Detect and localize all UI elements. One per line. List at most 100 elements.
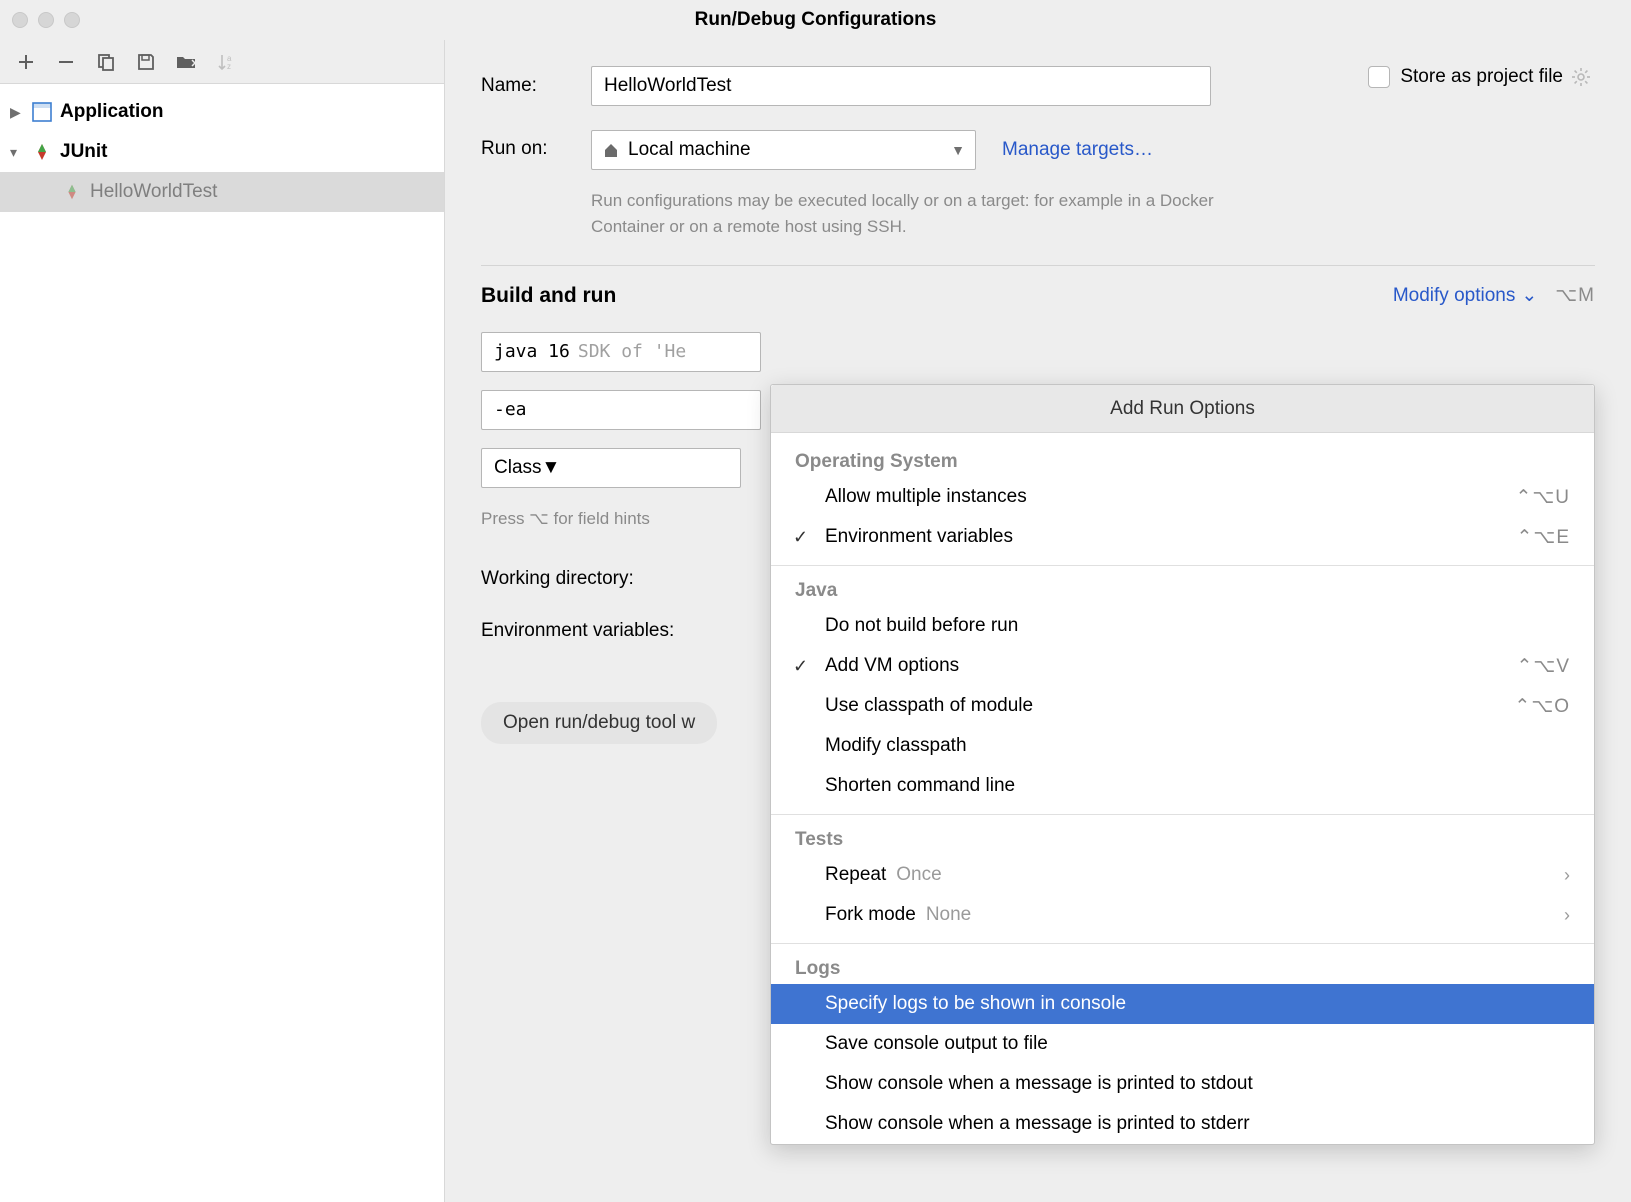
popup-menu-item[interactable]: Do not build before run xyxy=(771,606,1594,646)
sdk-main: java 16 xyxy=(494,341,570,362)
popup-group-label: Operating System xyxy=(771,445,1594,477)
popup-menu-item[interactable]: Allow multiple instances ⌃⌥U xyxy=(771,477,1594,517)
menu-item-text: Use classpath of module xyxy=(825,695,1033,717)
popup-menu-item[interactable]: Show console when a message is printed t… xyxy=(771,1104,1594,1144)
tree-node-helloworldtest[interactable]: HelloWorldTest xyxy=(0,172,444,212)
remove-icon[interactable] xyxy=(56,52,76,72)
popup-menu-item[interactable]: Shorten command line xyxy=(771,766,1594,806)
popup-body: Operating SystemAllow multiple instances… xyxy=(771,433,1594,1144)
menu-item-text: Add VM options xyxy=(825,655,959,677)
sdk-grey: SDK of 'He xyxy=(578,341,686,362)
menu-item-text: Fork mode xyxy=(825,904,916,926)
popup-menu-item[interactable]: Modify classpath xyxy=(771,726,1594,766)
popup-group-label: Java xyxy=(771,574,1594,606)
run-on-value: Local machine xyxy=(628,139,751,161)
modify-options-link[interactable]: Modify options ⌄ ⌥M xyxy=(1393,284,1595,307)
name-label: Name: xyxy=(481,75,591,97)
store-checkbox[interactable] xyxy=(1368,66,1390,88)
class-label: Class xyxy=(494,457,542,479)
dropdown-arrow-icon: ▼ xyxy=(951,142,965,158)
open-tool-window-chip[interactable]: Open run/debug tool w xyxy=(481,702,717,744)
sidebar: az ▶ Application ▾ JUnit HelloWorldTest xyxy=(0,40,445,1202)
tree-label-junit: JUnit xyxy=(60,141,108,163)
popup-menu-item[interactable]: ✓ Add VM options ⌃⌥V xyxy=(771,646,1594,686)
build-run-section-header: Build and run Modify options ⌄ ⌥M xyxy=(481,284,1595,308)
expand-arrow-icon[interactable]: ▶ xyxy=(10,104,24,121)
zoom-dot[interactable] xyxy=(64,12,80,28)
modify-options-text: Modify options xyxy=(1393,285,1516,307)
save-icon[interactable] xyxy=(136,52,156,72)
dropdown-arrow-icon: ▼ xyxy=(542,457,561,479)
menu-item-shortcut: ⌃⌥V xyxy=(1517,655,1571,678)
window-controls xyxy=(12,12,80,28)
test-kind-select[interactable]: Class ▼ xyxy=(481,448,741,488)
collapse-arrow-icon[interactable]: ▾ xyxy=(10,144,24,161)
popup-title: Add Run Options xyxy=(771,385,1594,433)
menu-item-shortcut: ⌃⌥E xyxy=(1517,526,1571,549)
menu-item-text: Specify logs to be shown in console xyxy=(825,993,1126,1015)
popup-group-label: Logs xyxy=(771,952,1594,984)
run-on-select[interactable]: Local machine ▼ xyxy=(591,130,976,170)
copy-icon[interactable] xyxy=(96,52,116,72)
run-debug-config-window: Run/Debug Configurations az ▶ Applicatio… xyxy=(0,0,1631,1202)
popup-menu-item[interactable]: Show console when a message is printed t… xyxy=(771,1064,1594,1104)
popup-menu-item[interactable]: ✓Environment variables⌃⌥E xyxy=(771,517,1594,557)
window-title: Run/Debug Configurations xyxy=(0,9,1631,31)
menu-separator xyxy=(771,814,1594,815)
popup-group-label: Tests xyxy=(771,823,1594,855)
vm-options-input[interactable]: -ea xyxy=(481,390,761,430)
junit-child-icon xyxy=(60,180,84,204)
menu-item-shortcut: ⌃⌥U xyxy=(1515,486,1570,509)
manage-targets-link[interactable]: Manage targets… xyxy=(1002,139,1153,161)
menu-item-text: Allow multiple instances xyxy=(825,486,1027,508)
store-label: Store as project file xyxy=(1400,66,1563,88)
svg-text:z: z xyxy=(227,62,231,71)
check-icon: ✓ xyxy=(793,656,808,677)
tree-node-junit[interactable]: ▾ JUnit xyxy=(0,132,444,172)
popup-menu-item[interactable]: Save console output to file xyxy=(771,1024,1594,1064)
gear-icon[interactable] xyxy=(1571,67,1591,87)
close-dot[interactable] xyxy=(12,12,28,28)
menu-item-shortcut: ⌃⌥O xyxy=(1514,695,1570,718)
chevron-down-icon: ⌄ xyxy=(1521,284,1537,307)
store-as-project-file-row[interactable]: Store as project file xyxy=(1368,66,1591,88)
menu-item-text: Show console when a message is printed t… xyxy=(825,1113,1250,1135)
vm-options-value: -ea xyxy=(494,399,527,420)
sidebar-toolbar: az xyxy=(0,40,444,84)
name-input[interactable] xyxy=(591,66,1211,106)
run-on-label: Run on: xyxy=(481,138,591,160)
chevron-right-icon: › xyxy=(1564,865,1570,886)
separator xyxy=(481,265,1595,266)
menu-item-value: Once xyxy=(896,864,941,886)
menu-item-text: Modify classpath xyxy=(825,735,967,757)
sort-icon[interactable]: az xyxy=(216,52,236,72)
tree-label-application: Application xyxy=(60,101,163,123)
working-directory-label: Working directory: xyxy=(481,568,721,590)
minimize-dot[interactable] xyxy=(38,12,54,28)
menu-item-text: Save console output to file xyxy=(825,1033,1048,1055)
menu-item-text: Do not build before run xyxy=(825,615,1018,637)
check-icon: ✓ xyxy=(793,527,808,548)
env-variables-label: Environment variables: xyxy=(481,620,721,642)
folder-icon[interactable] xyxy=(176,52,196,72)
titlebar: Run/Debug Configurations xyxy=(0,0,1631,40)
add-run-options-popup: Add Run Options Operating SystemAllow mu… xyxy=(770,384,1595,1145)
sdk-select[interactable]: java 16 SDK of 'He xyxy=(481,332,761,372)
tree-label-helloworldtest: HelloWorldTest xyxy=(90,181,217,203)
popup-menu-item[interactable]: Use classpath of module ⌃⌥O xyxy=(771,686,1594,726)
home-icon xyxy=(602,141,620,159)
popup-menu-item[interactable]: RepeatOnce› xyxy=(771,855,1594,895)
tree-node-application[interactable]: ▶ Application xyxy=(0,92,444,132)
modify-shortcut: ⌥M xyxy=(1555,284,1595,307)
run-on-hint: Run configurations may be executed local… xyxy=(591,188,1271,241)
build-run-title: Build and run xyxy=(481,284,616,308)
config-tree: ▶ Application ▾ JUnit HelloWorldTest xyxy=(0,84,444,212)
add-icon[interactable] xyxy=(16,52,36,72)
chevron-right-icon: › xyxy=(1564,905,1570,926)
application-icon xyxy=(30,100,54,124)
popup-menu-item[interactable]: Specify logs to be shown in console xyxy=(771,984,1594,1024)
run-on-row: Run on: Local machine ▼ Manage targets… … xyxy=(481,130,1595,241)
menu-item-value: None xyxy=(926,904,971,926)
junit-icon xyxy=(30,140,54,164)
popup-menu-item[interactable]: Fork mode None › xyxy=(771,895,1594,935)
